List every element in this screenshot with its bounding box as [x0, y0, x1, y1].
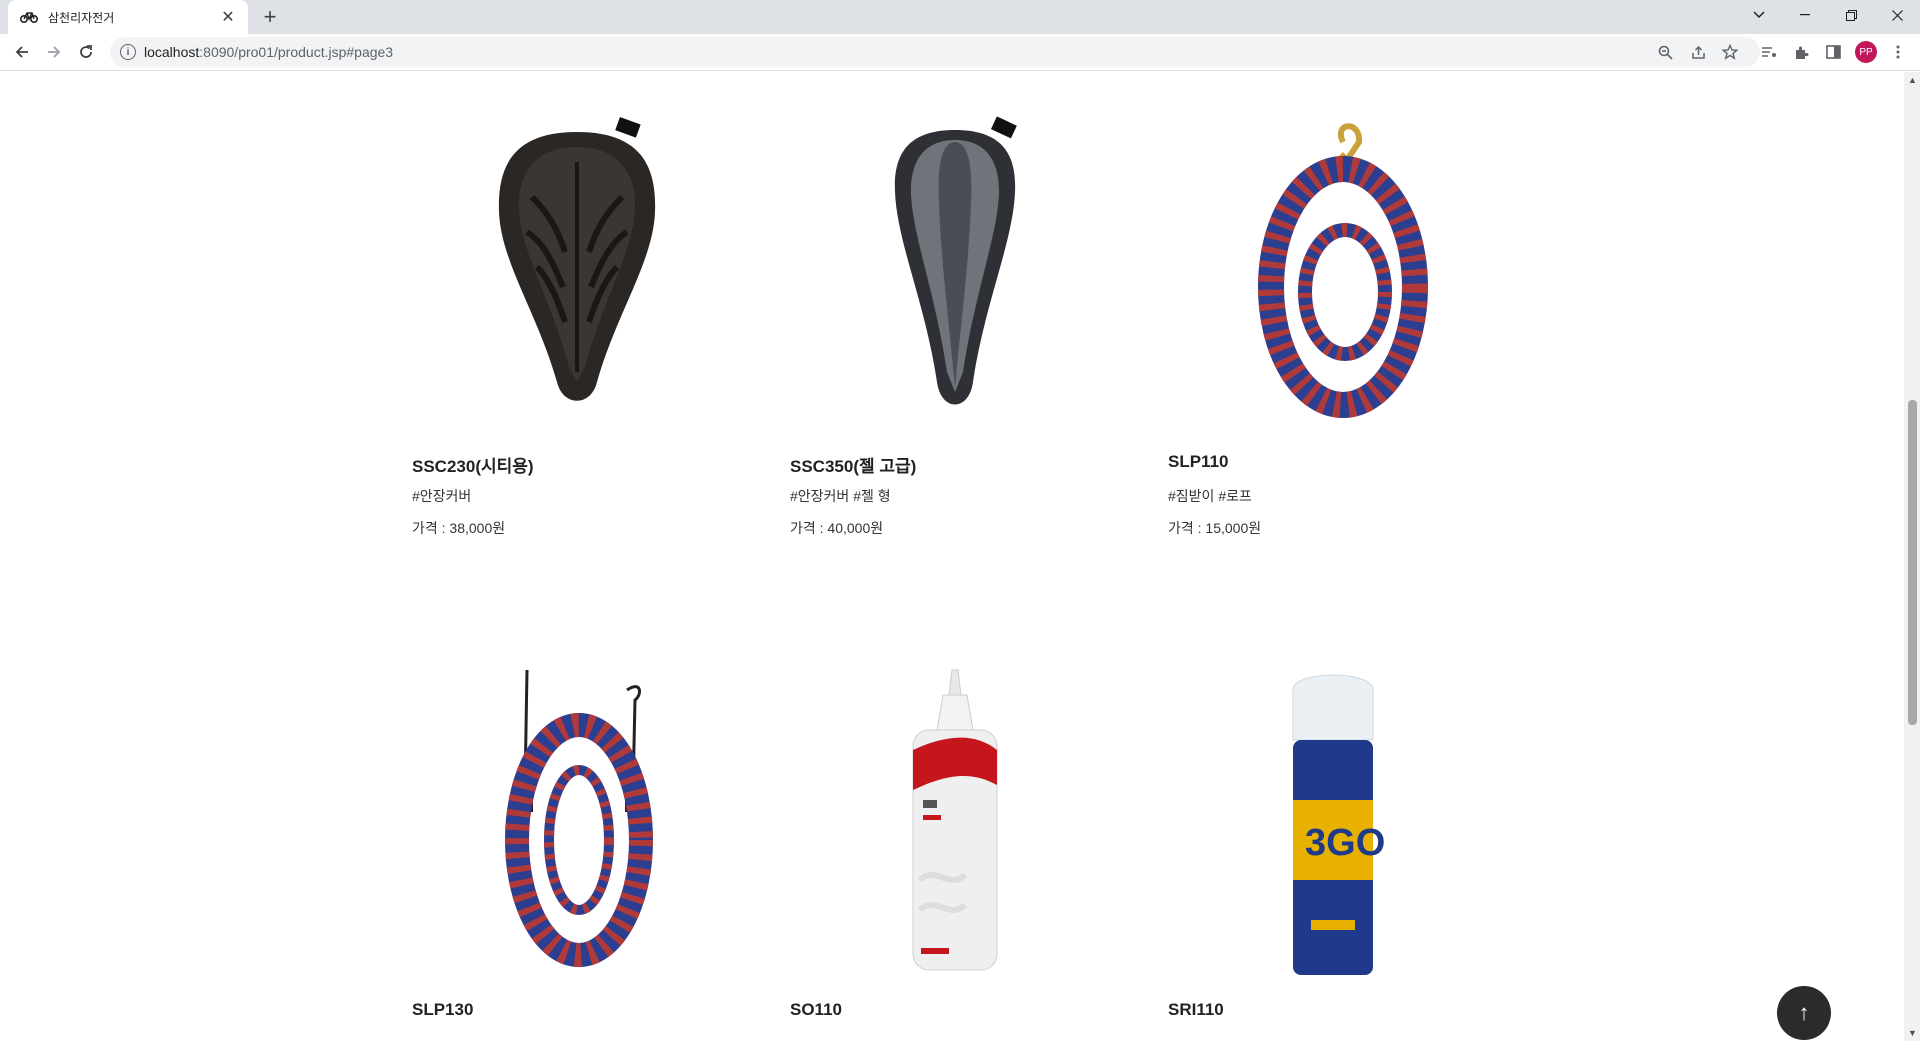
close-tab-icon[interactable]: ✕ [218, 7, 238, 27]
product-name[interactable]: SLP130 [412, 1000, 742, 1028]
oil-bottle-icon [912, 669, 998, 971]
restore-icon[interactable] [1828, 0, 1874, 30]
zoom-icon[interactable] [1651, 38, 1679, 66]
grey-gel-saddle-cover-icon [894, 116, 1017, 405]
profile-avatar[interactable]: PP [1855, 41, 1877, 63]
product-price: 가격 : 38,000원 [412, 520, 506, 536]
product-name[interactable]: SSC350(젤 고급) [790, 452, 1120, 480]
product-name[interactable]: SO110 [790, 1000, 1120, 1028]
product-image[interactable] [1168, 92, 1498, 452]
product-card[interactable]: SSC350(젤 고급) #안장커버 #젤 형 가격 : 40,000원 [790, 92, 1120, 538]
browser-tab[interactable]: 삼천리자전거 ✕ [8, 0, 248, 34]
minimize-icon[interactable] [1782, 0, 1828, 30]
svg-text:3GO: 3GO [1305, 822, 1385, 864]
browser-toolbar: i localhost:8090/pro01/product.jsp#page3… [0, 34, 1920, 71]
new-tab-button[interactable]: + [258, 4, 282, 29]
black-gel-saddle-cover-icon [498, 117, 656, 401]
scrollbar-thumb[interactable] [1908, 400, 1917, 725]
product-card[interactable]: SO110 [790, 640, 1120, 1040]
share-icon[interactable] [1684, 38, 1712, 66]
product-tags: #안장커버 #젤 형 [790, 488, 891, 504]
product-image[interactable]: 3GO [1168, 640, 1498, 1000]
back-to-top-button[interactable]: ↑ [1777, 986, 1831, 1040]
product-card[interactable]: SSC230(시티용) #안장커버 가격 : 38,000원 [412, 92, 742, 538]
product-card[interactable]: 3GO SRI110 [1168, 640, 1498, 1040]
extensions-icon[interactable] [1787, 38, 1815, 66]
url-text: localhost:8090/pro01/product.jsp#page3 [144, 44, 394, 60]
product-name[interactable]: SLP110 [1168, 452, 1498, 480]
tab-title: 삼천리자전거 [48, 10, 115, 25]
product-name[interactable]: SSC230(시티용) [412, 452, 742, 480]
product-image[interactable] [790, 640, 1120, 1000]
page-content: SSC230(시티용) #안장커버 가격 : 38,000원 SSC350(젤 … [0, 72, 1904, 1041]
product-image[interactable] [412, 640, 742, 1000]
product-card[interactable]: SLP130 [412, 640, 742, 1040]
bicycle-icon [20, 8, 38, 26]
product-name[interactable]: SRI110 [1168, 1000, 1498, 1028]
tab-search-icon[interactable] [1736, 0, 1782, 30]
bungee-cord-two-hooks-icon [505, 669, 653, 967]
product-tags: #짐받이 #로프 [1168, 488, 1252, 504]
tab-strip: 삼천리자전거 ✕ + [0, 0, 1920, 34]
product-image[interactable] [790, 92, 1120, 452]
menu-kebab-icon[interactable] [1884, 38, 1912, 66]
product-image[interactable] [412, 92, 742, 452]
close-window-icon[interactable] [1874, 0, 1920, 30]
scroll-up-arrow-icon[interactable]: ▲ [1908, 76, 1917, 85]
reading-list-icon[interactable] [1755, 38, 1783, 66]
scroll-down-arrow-icon[interactable]: ▼ [1908, 1029, 1917, 1038]
product-tags: #안장커버 [412, 488, 472, 504]
product-price: 가격 : 15,000원 [1168, 520, 1262, 536]
product-card[interactable]: SLP110 #짐받이 #로프 가격 : 15,000원 [1168, 92, 1498, 538]
bookmark-star-icon[interactable] [1716, 38, 1744, 66]
spray-can-3go-icon: 3GO [1292, 674, 1385, 975]
coiled-bungee-rope-hook-icon [1258, 123, 1428, 418]
address-bar[interactable]: i localhost:8090/pro01/product.jsp#page3 [110, 37, 1760, 67]
product-price: 가격 : 40,000원 [790, 520, 884, 536]
reload-icon[interactable] [72, 38, 100, 66]
side-panel-icon[interactable] [1819, 38, 1847, 66]
page-scrollbar[interactable]: ▲ ▼ [1904, 72, 1920, 1041]
forward-icon[interactable] [40, 38, 68, 66]
back-icon[interactable] [8, 38, 36, 66]
site-info-icon[interactable]: i [120, 44, 136, 60]
